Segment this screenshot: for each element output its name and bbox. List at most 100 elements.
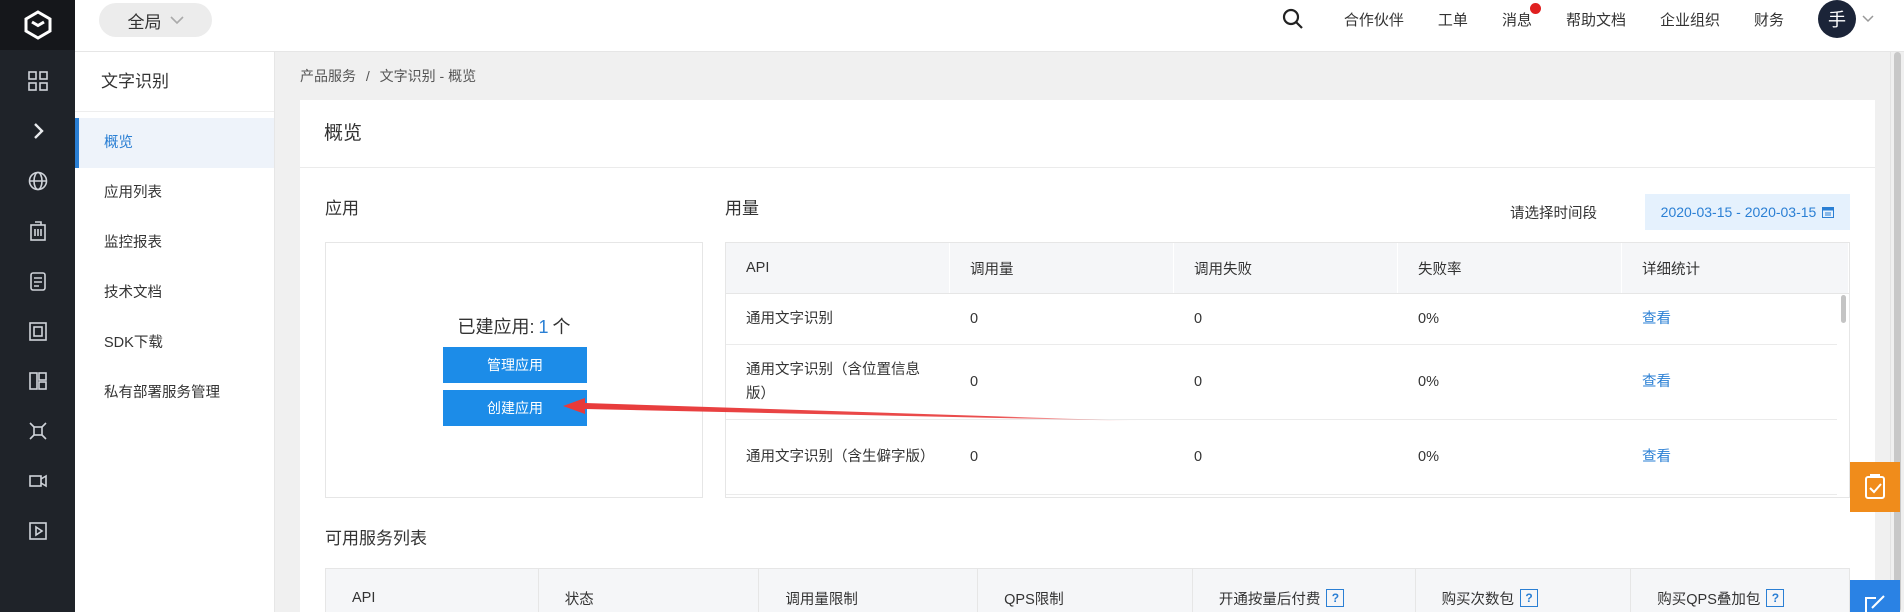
- page-title: 概览: [300, 100, 1875, 168]
- breadcrumb-root[interactable]: 产品服务: [300, 68, 356, 84]
- usage-section-title: 用量: [725, 199, 759, 218]
- nav-help-docs[interactable]: 帮助文档: [1566, 9, 1626, 30]
- column-label: 开通按量后付费: [1218, 591, 1321, 608]
- failed-cell: 0: [1194, 449, 1203, 465]
- nav-partners[interactable]: 合作伙伴: [1344, 9, 1404, 30]
- date-range-picker[interactable]: 2020-03-15 - 2020-03-15: [1645, 194, 1850, 230]
- column-header: QPS限制: [978, 569, 1193, 612]
- sidebar-item-tech-docs[interactable]: 技术文档: [75, 268, 274, 318]
- sidebar-title: 文字识别: [75, 52, 274, 112]
- services-table-header: API 状态 调用量限制 QPS限制 开通按量后付费? 购买次数包? 购买QPS…: [325, 568, 1850, 612]
- dashboard-grid-icon[interactable]: [0, 56, 75, 106]
- calls-cell: 0: [970, 449, 979, 465]
- services-section-title: 可用服务列表: [325, 529, 427, 548]
- sidebar-item-monitoring[interactable]: 监控报表: [75, 218, 274, 268]
- calls-cell: 0: [970, 311, 979, 327]
- view-details-link[interactable]: 查看: [1642, 370, 1671, 394]
- column-header: 详细统计: [1622, 243, 1849, 293]
- chevron-down-icon: [1862, 15, 1874, 23]
- app-count: 已建应用: 1 个: [326, 313, 702, 339]
- view-details-link[interactable]: 查看: [1642, 445, 1671, 469]
- calendar-icon: [1822, 207, 1835, 218]
- create-app-button[interactable]: 创建应用: [443, 390, 587, 426]
- page-scrollbar[interactable]: [1890, 52, 1904, 612]
- sidebar-item-overview[interactable]: 概览: [75, 118, 274, 168]
- edit-icon: [1865, 595, 1885, 612]
- app-count-value: 1: [538, 317, 549, 337]
- fail-rate-cell: 0%: [1418, 374, 1439, 390]
- column-label: 购买次数包: [1441, 591, 1515, 608]
- view-details-link[interactable]: 查看: [1642, 307, 1671, 331]
- column-header: 调用量限制: [759, 569, 979, 612]
- chevron-down-icon: [169, 16, 184, 25]
- api-name-cell: 通用文字识别（含位置信息版）: [746, 362, 920, 402]
- breadcrumb-current: 文字识别 - 概览: [379, 68, 477, 84]
- manage-apps-button[interactable]: 管理应用: [443, 347, 587, 383]
- video-camera-icon[interactable]: [0, 456, 75, 506]
- page-scrollbar-thumb[interactable]: [1894, 52, 1901, 612]
- column-header: 调用量: [950, 243, 1174, 293]
- sidebar-item-sdk-download[interactable]: SDK下载: [75, 318, 274, 368]
- column-header: 失败率: [1398, 243, 1622, 293]
- edit-float-button[interactable]: [1850, 580, 1900, 612]
- usage-table-scrollbar[interactable]: [1841, 295, 1846, 323]
- help-icon[interactable]: ?: [1520, 589, 1539, 607]
- feedback-float-button[interactable]: [1850, 462, 1900, 512]
- help-icon[interactable]: ?: [1766, 589, 1785, 607]
- network-icon[interactable]: [0, 406, 75, 456]
- globe-icon[interactable]: [0, 156, 75, 206]
- column-label: 购买QPS叠加包: [1657, 591, 1761, 608]
- table-row: 通用文字识别 0 0 0% 查看: [726, 294, 1837, 345]
- nav-messages-label: 消息: [1501, 11, 1532, 29]
- column-header: 调用失败: [1174, 243, 1398, 293]
- api-name-cell: 通用文字识别（含生僻字版）: [746, 449, 935, 465]
- apps-icon[interactable]: [0, 356, 75, 406]
- breadcrumb: 产品服务 / 文字识别 - 概览: [300, 66, 482, 86]
- user-menu[interactable]: 手: [1818, 0, 1874, 38]
- product-sidebar: 文字识别 概览 应用列表 监控报表 技术文档 SDK下载 私有部署服务管理: [75, 52, 275, 612]
- failed-cell: 0: [1194, 311, 1203, 327]
- breadcrumb-separator: /: [365, 68, 370, 84]
- nav-finance[interactable]: 财务: [1754, 9, 1784, 30]
- play-icon[interactable]: [0, 506, 75, 556]
- help-icon[interactable]: ?: [1326, 589, 1345, 607]
- nav-messages[interactable]: 消息: [1501, 2, 1541, 30]
- expand-chevron-icon[interactable]: [0, 106, 75, 156]
- sidebar-item-private-deploy[interactable]: 私有部署服务管理: [75, 368, 274, 418]
- database-doc-icon[interactable]: [0, 256, 75, 306]
- table-row: 通用文字识别（含位置信息版） 0 0 0% 查看: [726, 345, 1837, 420]
- column-header: API: [326, 569, 539, 612]
- building-icon[interactable]: [0, 206, 75, 256]
- apps-panel: 已建应用: 1 个 管理应用 创建应用: [325, 242, 703, 498]
- fail-rate-cell: 0%: [1418, 311, 1439, 327]
- search-icon[interactable]: [1282, 8, 1304, 30]
- storage-icon[interactable]: [0, 306, 75, 356]
- scope-selector[interactable]: 全局: [99, 3, 212, 37]
- top-bar: 全局 合作伙伴 工单 消息 帮助文档 企业组织 财务 手: [75, 0, 1904, 52]
- calls-cell: 0: [970, 374, 979, 390]
- fail-rate-cell: 0%: [1418, 449, 1439, 465]
- column-header-qps-packages: 购买QPS叠加包?: [1631, 569, 1849, 612]
- avatar: 手: [1818, 0, 1856, 38]
- notification-dot: [1529, 2, 1541, 14]
- logo-icon[interactable]: [0, 0, 75, 50]
- column-header-call-packages: 购买次数包?: [1416, 569, 1632, 612]
- overview-card: 概览 应用 已建应用: 1 个 管理应用 创建应用 用量 请选择时间段 2020-0…: [300, 100, 1875, 612]
- apps-section-title: 应用: [325, 199, 359, 218]
- column-header: 状态: [539, 569, 760, 612]
- column-header: API: [726, 243, 950, 293]
- sidebar-item-app-list[interactable]: 应用列表: [75, 168, 274, 218]
- failed-cell: 0: [1194, 374, 1203, 390]
- date-range-value: 2020-03-15 - 2020-03-15: [1660, 204, 1817, 220]
- nav-organization[interactable]: 企业组织: [1660, 9, 1720, 30]
- api-name-cell: 通用文字识别: [746, 311, 833, 327]
- date-range-label: 请选择时间段: [1510, 206, 1597, 222]
- column-header-pay-as-you-go: 开通按量后付费?: [1193, 569, 1416, 612]
- checklist-icon: [1865, 474, 1885, 499]
- global-nav-rail: [0, 0, 75, 612]
- app-count-suffix: 个: [552, 317, 571, 337]
- scope-label: 全局: [127, 12, 162, 32]
- app-count-prefix: 已建应用:: [457, 317, 535, 337]
- nav-tickets[interactable]: 工单: [1438, 9, 1468, 30]
- table-row: 通用文字识别（含生僻字版） 0 0 0% 查看: [726, 420, 1837, 495]
